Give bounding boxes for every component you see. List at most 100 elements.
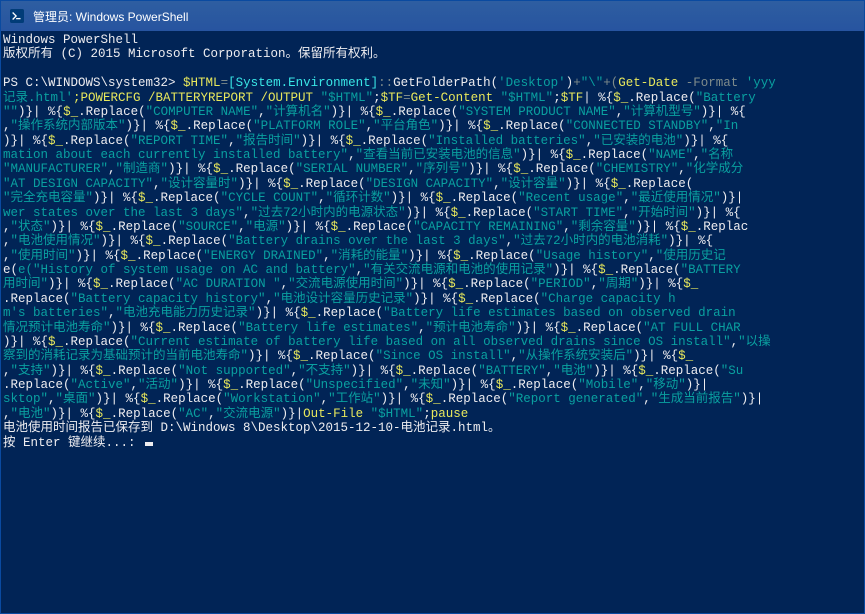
s28: e("History of system usage on AC and bat… bbox=[18, 263, 356, 277]
var-this1: $_ bbox=[613, 91, 628, 105]
s39: "AT FULL CHAR bbox=[643, 321, 741, 335]
f1: %{ bbox=[48, 105, 63, 119]
c1: )} bbox=[18, 105, 33, 119]
s27: "Usage history" bbox=[536, 249, 649, 263]
s16: "CYCLE COUNT" bbox=[221, 191, 319, 205]
s26: "ENERGY DRAINED" bbox=[203, 249, 323, 263]
cmd-outfile: Out-File bbox=[303, 407, 363, 421]
s50: sktop" bbox=[3, 392, 48, 406]
z53: "电池" bbox=[11, 407, 51, 421]
z30: 用时间" bbox=[3, 277, 48, 291]
s44: "Not supported" bbox=[178, 364, 291, 378]
s9: "NAME" bbox=[648, 148, 693, 162]
param-format: -Format bbox=[686, 76, 739, 90]
s5: "CONNECTED STANDBY" bbox=[566, 119, 709, 133]
z6: "报告时间" bbox=[236, 134, 301, 148]
z21: "电源" bbox=[246, 220, 286, 234]
cmd-getcontent: Get-Content bbox=[411, 91, 494, 105]
s17: "Recent usage" bbox=[518, 191, 623, 205]
op-eq: = bbox=[221, 76, 229, 90]
powershell-window: 管理员: Windows PowerShell Windows PowerShe… bbox=[0, 0, 865, 614]
s48: "Unspecified" bbox=[306, 378, 404, 392]
console-body[interactable]: Windows PowerShell 版权所有 (C) 2015 Microso… bbox=[1, 31, 864, 613]
z24: "过去72小时内的电池消耗" bbox=[513, 234, 668, 248]
z35: "电池充电能力历史记录" bbox=[116, 306, 256, 320]
z43: "支持" bbox=[11, 364, 51, 378]
output-saved: 电池使用时间报告已保存到 D:\Windows 8\Desktop\2015-1… bbox=[3, 421, 501, 435]
z50: "桌面" bbox=[56, 392, 96, 406]
s1: "COMPUTER NAME" bbox=[146, 105, 259, 119]
z12: "化学成分 bbox=[686, 162, 744, 176]
titlebar[interactable]: 管理员: Windows PowerShell bbox=[1, 1, 864, 31]
s29: "BATTERY bbox=[681, 263, 741, 277]
s42: "Since OS install" bbox=[376, 349, 511, 363]
z37: 情况预计电池寿命" bbox=[3, 321, 111, 335]
s7: "Installed batteries" bbox=[428, 134, 586, 148]
z26: "消耗的能量" bbox=[331, 249, 409, 263]
str-html2: "$HTML" bbox=[501, 91, 554, 105]
s13: "AT DESIGN CAPACITY" bbox=[3, 177, 153, 191]
prompt: PS C:\WINDOWS\system32> bbox=[3, 76, 176, 90]
str-html1: "$HTML" bbox=[321, 91, 374, 105]
str-html3: "$HTML" bbox=[371, 407, 424, 421]
op-plus: + bbox=[573, 76, 581, 90]
console-header-line1: Windows PowerShell bbox=[3, 33, 138, 47]
z25: "使用时间" bbox=[11, 249, 76, 263]
z20: "状态" bbox=[11, 220, 51, 234]
z42: "从操作系统安装后" bbox=[518, 349, 633, 363]
s6: "REPORT TIME" bbox=[131, 134, 229, 148]
semi2: ; bbox=[553, 91, 561, 105]
z17: "最近使用情况" bbox=[631, 191, 721, 205]
z49: "移动" bbox=[646, 378, 686, 392]
s4: "PLATFORM ROLE" bbox=[253, 119, 366, 133]
s33: "Battery capacity history" bbox=[71, 292, 266, 306]
str-slash: "\" bbox=[581, 76, 604, 90]
z47: "活动" bbox=[138, 378, 178, 392]
z22: "剩余容量" bbox=[571, 220, 636, 234]
cm1: , bbox=[258, 105, 266, 119]
z52: "生成当前报告" bbox=[651, 392, 741, 406]
z33: "电池设计容量历史记录" bbox=[273, 292, 413, 306]
str-battery: "Battery bbox=[696, 91, 756, 105]
r1: .Replace( bbox=[78, 105, 146, 119]
z23: "电池使用情况" bbox=[11, 234, 101, 248]
cmd-pause: pause bbox=[431, 407, 469, 421]
s52: "Report generated" bbox=[508, 392, 643, 406]
s32: "PERIOD" bbox=[531, 277, 591, 291]
s19: "START TIME" bbox=[533, 206, 623, 220]
z11: "序列号" bbox=[416, 162, 469, 176]
var-tf: $TF bbox=[381, 91, 404, 105]
s2: "SYSTEM PRODUCT NAME" bbox=[458, 105, 616, 119]
z40: "以操 bbox=[738, 335, 771, 349]
cmd-getdate: Get-Date bbox=[618, 76, 678, 90]
z2: "计算机型号" bbox=[623, 105, 701, 119]
meth-replace1: .Replace( bbox=[628, 91, 696, 105]
s18: wer states over the last 3 days" bbox=[3, 206, 243, 220]
powershell-icon bbox=[9, 8, 25, 24]
semi1: ; bbox=[373, 91, 381, 105]
var-tf2: $TF bbox=[561, 91, 584, 105]
z16: "循环计数" bbox=[326, 191, 391, 205]
z44: "不支持" bbox=[298, 364, 351, 378]
z45: "电池" bbox=[553, 364, 593, 378]
window-title: 管理员: Windows PowerShell bbox=[33, 8, 188, 25]
z48: "未知" bbox=[411, 378, 451, 392]
z1: "计算机名" bbox=[266, 105, 331, 119]
z19: "开始时间" bbox=[631, 206, 696, 220]
s35: m's batteries" bbox=[3, 306, 108, 320]
z7: "已安装的电池" bbox=[593, 134, 683, 148]
s12: "CHEMISTRY" bbox=[596, 162, 679, 176]
output-pause-prompt: 按 Enter 键继续...: bbox=[3, 436, 143, 450]
s11: "SERIAL NUMBER" bbox=[296, 162, 409, 176]
z27: "使用历史记 bbox=[656, 249, 726, 263]
z38: "预计电池寿命" bbox=[426, 321, 516, 335]
s34: "Charge capacity h bbox=[541, 292, 676, 306]
s38: "Battery life estimates" bbox=[238, 321, 418, 335]
s51: "Workstation" bbox=[223, 392, 321, 406]
s8: mation about each currently installed ba… bbox=[3, 148, 348, 162]
z32: "周期" bbox=[598, 277, 638, 291]
s47: "Active" bbox=[71, 378, 131, 392]
paren-open2: +( bbox=[603, 76, 618, 90]
s10: "MANUFACTURER" bbox=[3, 162, 108, 176]
z3: "操作系统内部版本" bbox=[11, 119, 126, 133]
